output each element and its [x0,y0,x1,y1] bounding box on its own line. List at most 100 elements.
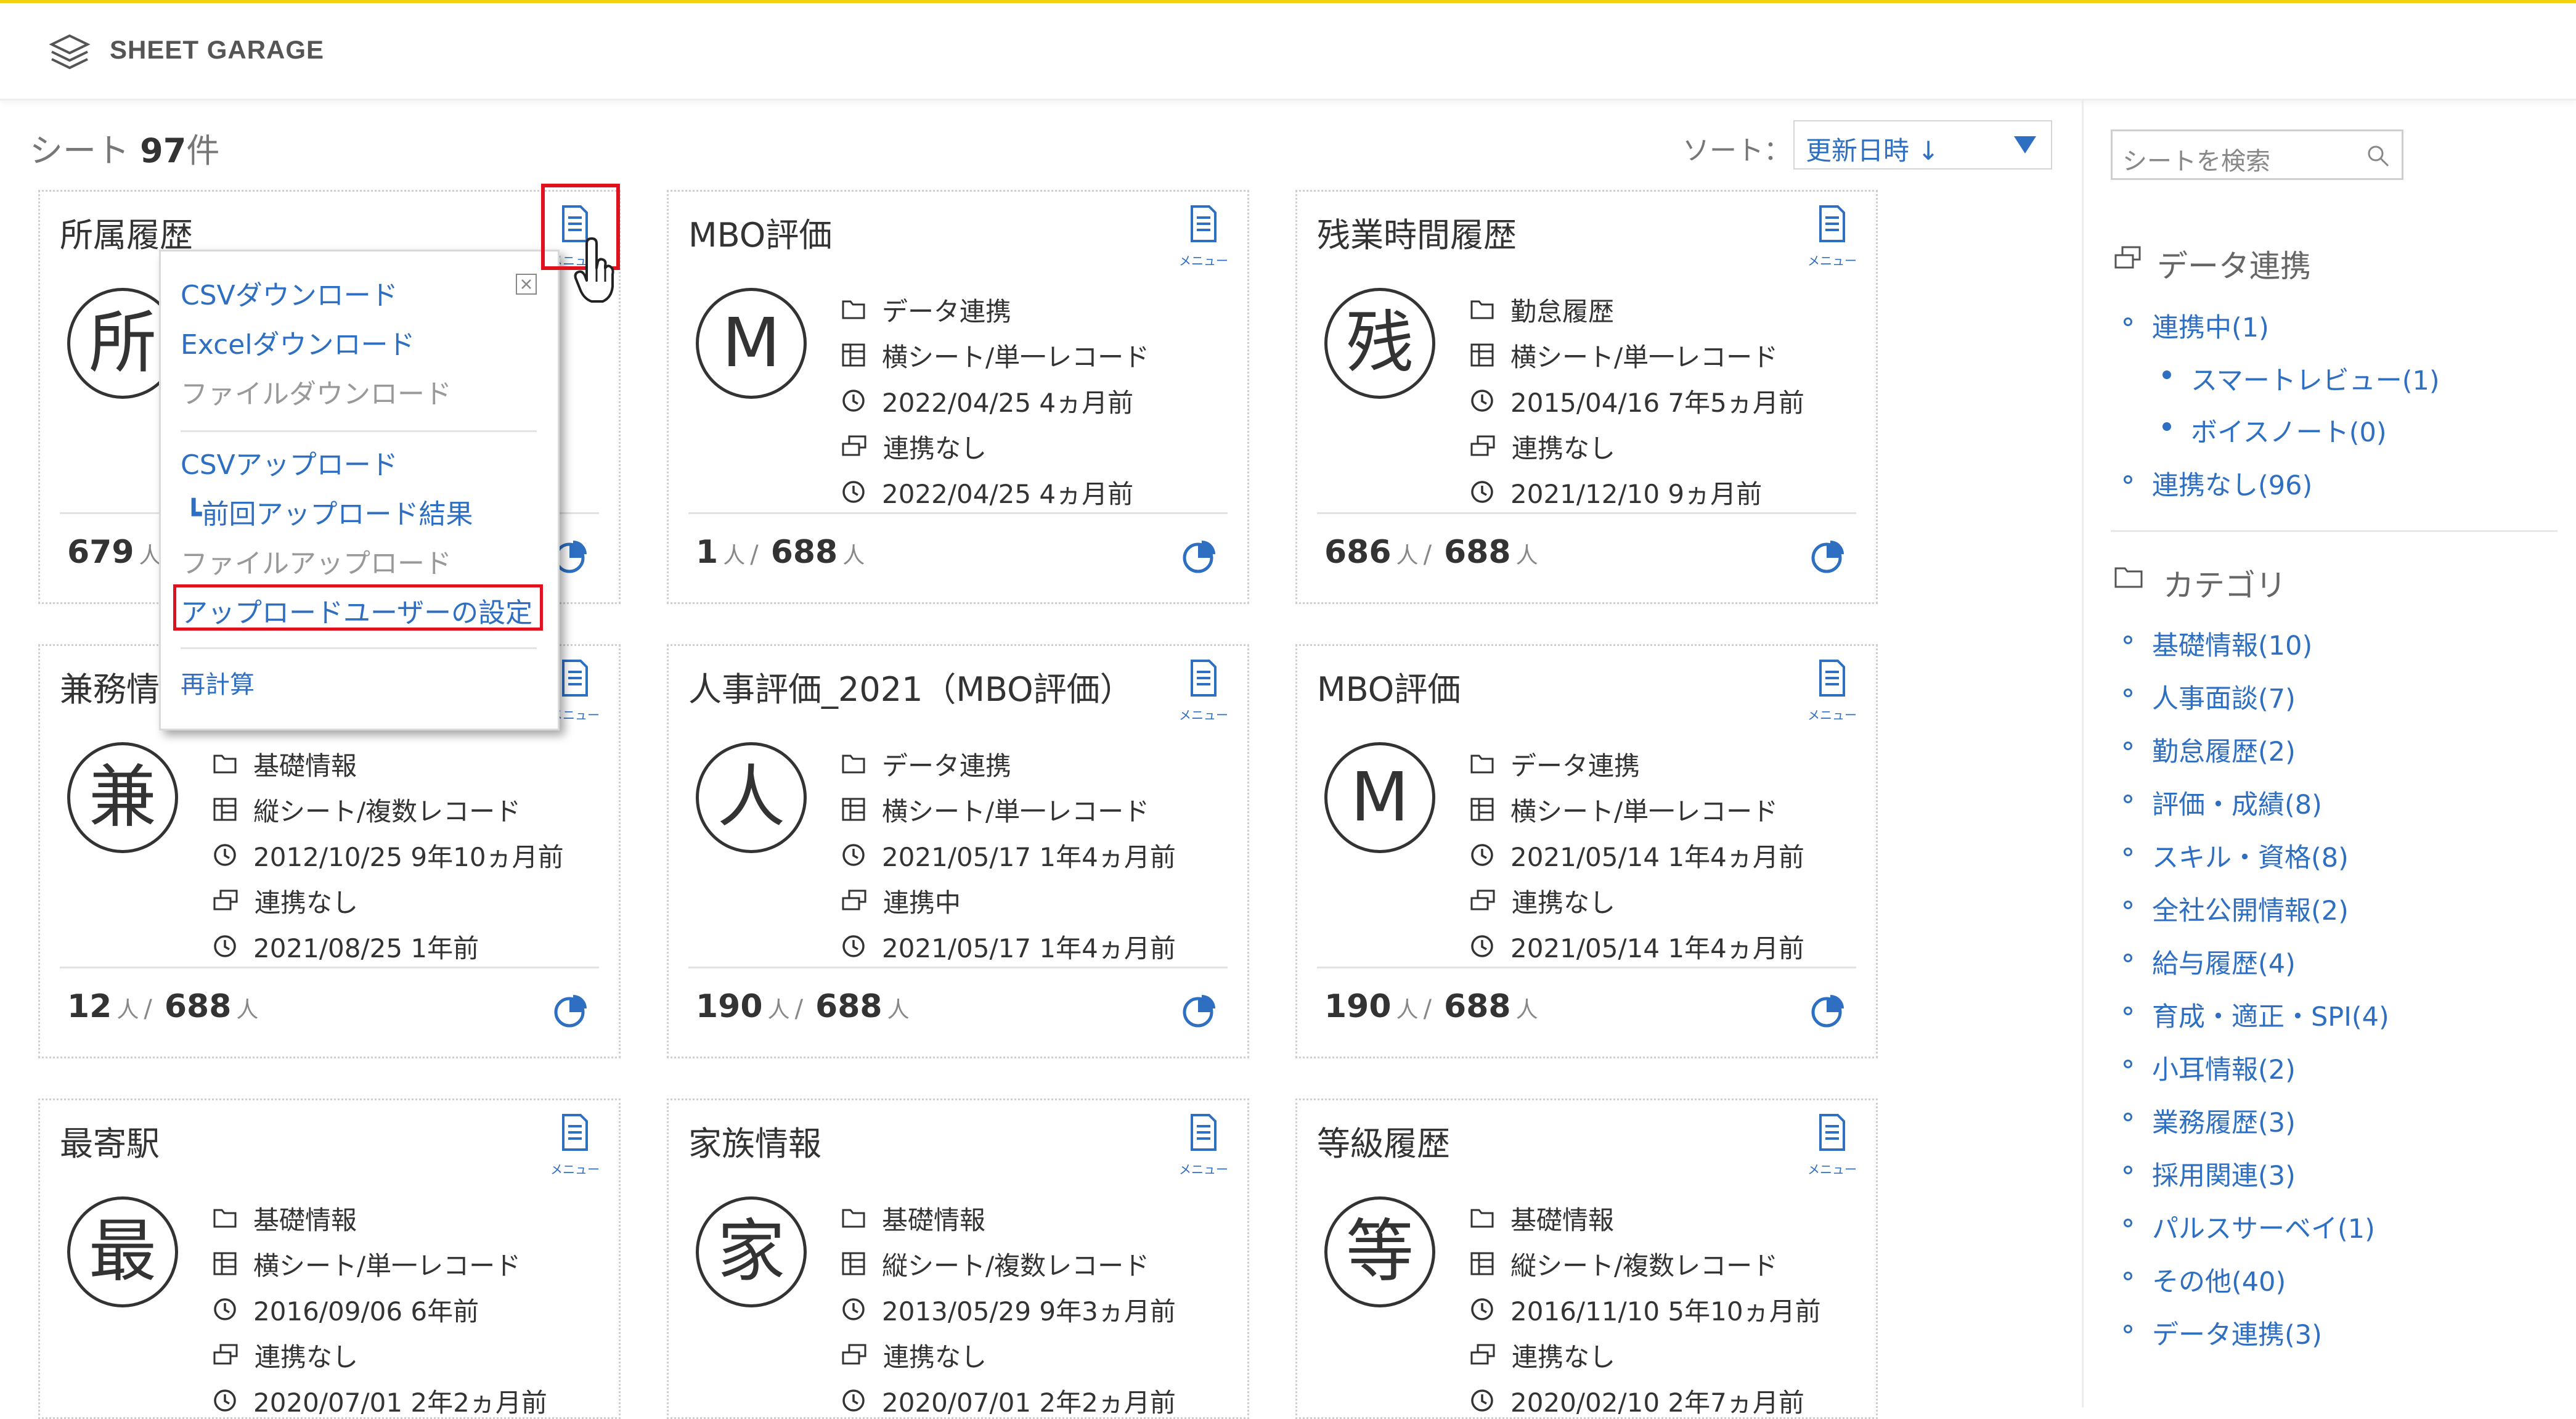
card-meta-updated: 2015/04/16 7年5ヵ月前 [1470,378,1804,423]
pie-chart-icon[interactable] [1811,994,1845,1028]
list-bullet [2124,689,2132,697]
folder-icon [2114,567,2143,588]
card-avatar: 等 [1324,1196,1435,1307]
sidebar-category-item[interactable]: 採用関連(3) [2152,1155,2296,1193]
card-divider [1317,967,1856,968]
card-meta-link: 連携なし [1470,878,1804,923]
sheet-card[interactable]: 等級履歴 メニュー等基礎情報 縦シート/複数レコード 2016/11/10 5年10ヵ… [1295,1098,1878,1419]
sheet-layout-icon [1470,343,1494,367]
list-bullet [2124,1007,2132,1015]
card-title[interactable]: 人事評価_2021（MBO評価） [688,662,1133,711]
sheet-layout-icon [842,798,865,821]
card-menu-button[interactable]: メニュー [1170,1109,1237,1177]
sheet-search-box[interactable]: シートを検索 [2111,129,2403,180]
pie-chart-icon[interactable] [1811,539,1845,574]
card-title[interactable]: 兼務情 [60,662,160,711]
sheet-card[interactable]: 最寄駅 メニュー最基礎情報 横シート/単一レコード 2016/09/06 6年前 連携な… [38,1098,621,1419]
sidebar-data-link-item[interactable]: スマートレビュー(1) [2191,359,2440,398]
card-menu-button[interactable]: メニュー [1170,200,1237,268]
sheet-layout-icon [213,1252,237,1275]
sidebar-category-item[interactable]: データ連携(3) [2152,1314,2322,1352]
clock-icon [842,1298,865,1320]
card-divider [60,967,599,968]
link-icon [1470,1344,1495,1365]
card-meta: 基礎情報 横シート/単一レコード 2016/09/06 6年前 連携なし 2020/07… [213,1195,547,1417]
card-title[interactable]: 最寄駅 [60,1116,160,1165]
sheet-card[interactable]: 残業時間履歴 メニュー残勤怠履歴 横シート/単一レコード 2015/04/16 7年5… [1295,190,1878,604]
sidebar-category-item[interactable]: 給与履歴(4) [2152,943,2296,981]
excel-download-item[interactable]: Excelダウンロード [181,322,415,362]
card-menu-popup: CSVダウンロード Excelダウンロード ファイルダウンロード CSVアップロ… [159,250,560,730]
list-bullet [2124,742,2132,750]
app-header: SHEET GARAGE [0,3,2576,100]
card-meta-data-date: 2022/04/25 4ヵ月前 [841,469,1149,515]
csv-download-item[interactable]: CSVダウンロード [181,273,398,313]
sidebar-category-item[interactable]: 育成・適正・SPI(4) [2152,996,2389,1034]
chart-button[interactable] [1182,994,1217,1031]
sheet-card[interactable]: MBO評価 メニュー M データ連携 横シート/単一レコード 2021/05/14 1年4… [1295,644,1878,1058]
sheet-layout-icon [1470,798,1494,821]
sidebar-category-item[interactable]: その他(40) [2152,1261,2286,1299]
clock-icon [1471,1298,1493,1320]
card-title[interactable]: MBO評価 [688,208,832,256]
sidebar-category-item[interactable]: 小耳情報(2) [2152,1049,2296,1087]
sidebar-category-item[interactable]: スキル・資格(8) [2152,836,2349,875]
close-icon[interactable] [516,274,537,295]
card-menu-button[interactable]: メニュー [1798,655,1866,722]
card-member-count: 190 人/688 人 [696,988,910,1025]
sheet-card[interactable]: 家族情報 メニュー家基礎情報 縦シート/複数レコード 2013/05/29 9年3ヵ月… [667,1098,1249,1419]
search-input[interactable]: シートを検索 [2122,141,2270,177]
folder-icon [842,300,865,319]
chart-button[interactable] [553,994,588,1031]
menu-document-icon [1819,1114,1845,1151]
sheet-card[interactable]: 人事評価_2021（MBO評価） メニュー人データ連携 横シート/単一レコード 202… [667,644,1249,1058]
sidebar-category-item[interactable]: 評価・成績(8) [2152,783,2322,822]
clock-icon [214,1389,236,1412]
card-title[interactable]: 等級履歴 [1317,1116,1450,1165]
csv-upload-item[interactable]: CSVアップロード [181,443,398,482]
sort-select[interactable]: 更新日時 ↓ [1793,120,2052,170]
sidebar-category-item[interactable]: パルスサーベイ(1) [2152,1208,2375,1246]
last-upload-result-item[interactable]: ┗前回アップロード結果 [185,492,473,531]
sidebar-category-item[interactable]: 人事面談(7) [2152,677,2296,716]
layers-icon [49,34,91,70]
chart-button[interactable] [1811,539,1845,576]
card-title[interactable]: 残業時間履歴 [1317,208,1517,256]
sidebar-category-item[interactable]: 業務履歴(3) [2152,1102,2296,1140]
sidebar-data-link-item[interactable]: 連携なし(96) [2152,464,2312,502]
card-divider [688,967,1228,968]
sidebar-category-item[interactable]: 全社公開情報(2) [2152,889,2349,928]
card-avatar: 人 [696,742,807,853]
list-bullet [2124,475,2132,484]
folder-icon [1470,754,1494,774]
sidebar-category-item[interactable]: 基礎情報(10) [2152,624,2312,663]
menu-document-icon [1819,660,1845,697]
pie-chart-icon[interactable] [553,994,588,1028]
search-icon[interactable] [2366,144,2391,168]
card-title[interactable]: MBO評価 [1317,662,1461,711]
sidebar-data-link-item[interactable]: 連携中(1) [2152,306,2269,345]
menu-document-icon [1191,205,1217,242]
card-meta: データ連携 横シート/単一レコード 2021/05/17 1年4ヵ月前 連携中 2021… [841,741,1176,969]
list-bullet [2124,1166,2132,1174]
chart-button[interactable] [1182,539,1217,576]
card-title[interactable]: 家族情報 [688,1116,821,1165]
chart-button[interactable] [1811,994,1845,1031]
sidebar-data-link-item[interactable]: ボイスノート(0) [2191,411,2387,449]
card-menu-button[interactable]: メニュー [1798,200,1866,268]
sidebar-category-item[interactable]: 勤怠履歴(2) [2152,730,2296,769]
recalculate-item[interactable]: 再計算 [181,665,255,700]
card-menu-button[interactable]: メニュー [541,1109,609,1177]
clock-icon [1471,844,1493,866]
pie-chart-icon[interactable] [1182,994,1217,1028]
pie-chart-icon[interactable] [1182,539,1217,574]
card-menu-button[interactable]: メニュー [1170,655,1237,722]
card-menu-button[interactable]: メニュー [1798,1109,1866,1177]
card-meta: 基礎情報 縦シート/複数レコード 2012/10/25 9年10ヵ月前 連携なし 202… [213,741,564,969]
sidebar-divider [2082,100,2084,1407]
menu-separator [181,647,537,649]
card-avatar: 最 [67,1196,178,1307]
sheet-card[interactable]: MBO評価 メニュー M データ連携 横シート/単一レコード 2022/04/25 4ヵ月… [667,190,1249,604]
app-logo-text[interactable]: SHEET GARAGE [110,35,324,65]
upload-user-settings-item[interactable]: アップロードユーザーの設定 [181,591,532,630]
